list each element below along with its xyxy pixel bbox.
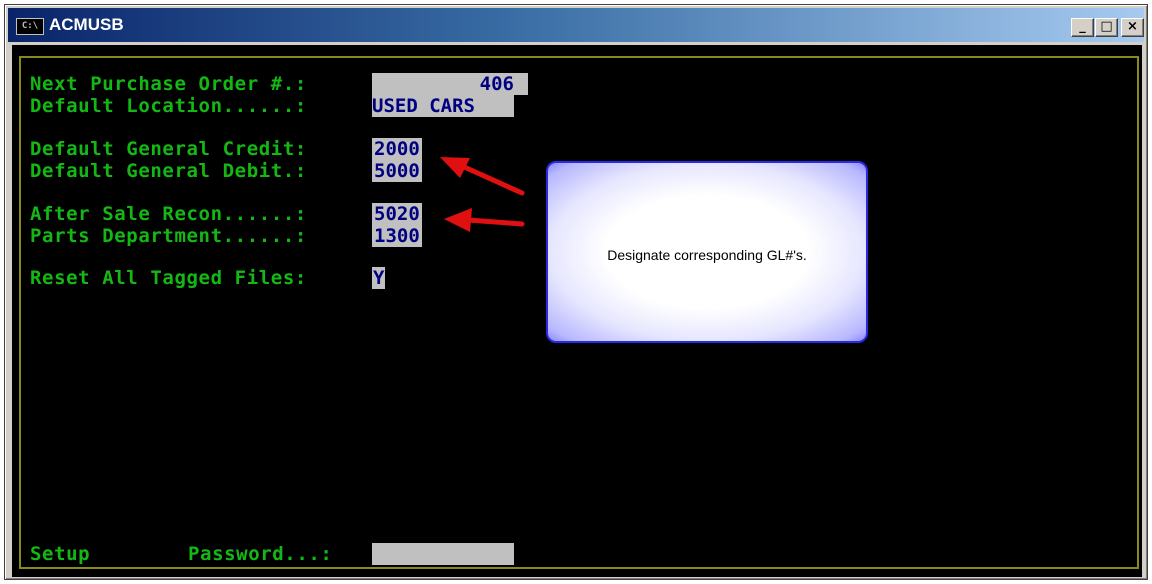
reset-tagged-field[interactable]: Y [372, 267, 386, 289]
next-po-field[interactable]: 406 [372, 73, 528, 95]
title-bar[interactable]: C:\ ACMUSB _ □ × [8, 8, 1144, 42]
password-label: Password...: [188, 543, 333, 565]
default-debit-label: Default General Debit.: [30, 160, 307, 182]
parts-department-label: Parts Department......: [30, 225, 307, 247]
close-button[interactable]: × [1121, 18, 1144, 37]
password-field[interactable] [372, 543, 514, 565]
callout-text: Designate corresponding GL#'s. [607, 247, 807, 263]
next-po-value: 406 [479, 73, 514, 95]
callout-box: Designate corresponding GL#'s. [546, 161, 868, 343]
default-location-label: Default Location......: [30, 95, 307, 117]
default-location-field[interactable]: USED CARS [372, 95, 514, 117]
next-po-label: Next Purchase Order #.: [30, 73, 307, 95]
after-sale-recon-label: After Sale Recon......: [30, 203, 307, 225]
maximize-button[interactable]: □ [1095, 18, 1118, 37]
default-credit-field[interactable]: 2000 [372, 138, 422, 160]
after-sale-recon-field[interactable]: 5020 [372, 203, 422, 225]
window-title: ACMUSB [49, 15, 124, 34]
console-app-icon[interactable]: C:\ [16, 18, 44, 35]
mode-label: Setup [30, 543, 91, 565]
parts-department-field[interactable]: 1300 [372, 225, 422, 247]
reset-tagged-label: Reset All Tagged Files: [30, 267, 307, 289]
default-credit-label: Default General Credit: [30, 138, 307, 160]
minimize-button[interactable]: _ [1071, 18, 1094, 37]
default-debit-field[interactable]: 5000 [372, 160, 422, 182]
